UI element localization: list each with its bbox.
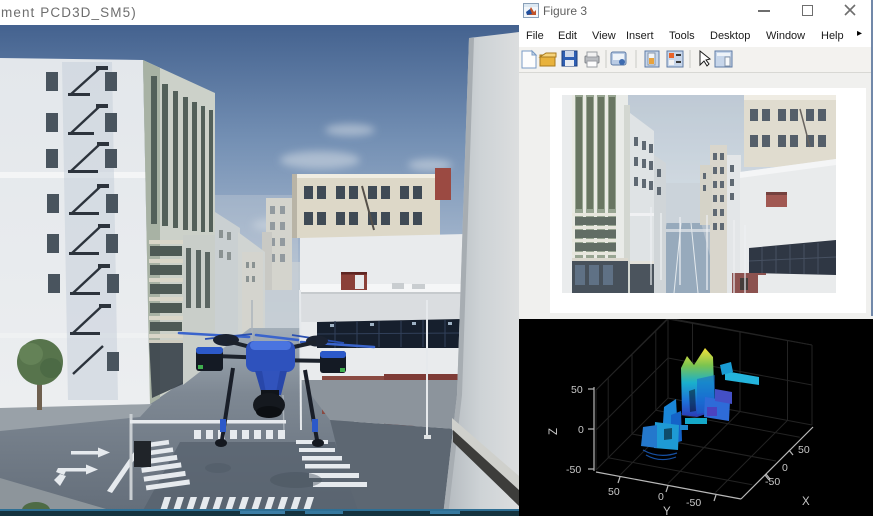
svg-text:ment PCD3D_SM5): ment PCD3D_SM5) bbox=[1, 5, 137, 20]
svg-text:-50: -50 bbox=[566, 464, 581, 476]
svg-text:50: 50 bbox=[798, 444, 810, 456]
svg-text:50: 50 bbox=[571, 384, 583, 396]
svg-text:X: X bbox=[802, 496, 810, 508]
svg-text:0: 0 bbox=[658, 491, 664, 503]
svg-text:Z: Z bbox=[548, 428, 560, 435]
svg-text:Y: Y bbox=[663, 506, 671, 516]
svg-text:0: 0 bbox=[578, 424, 584, 436]
svg-text:-50: -50 bbox=[686, 497, 701, 509]
svg-text:-50: -50 bbox=[765, 476, 780, 488]
svg-text:50: 50 bbox=[608, 486, 620, 498]
svg-text:0: 0 bbox=[782, 462, 788, 474]
